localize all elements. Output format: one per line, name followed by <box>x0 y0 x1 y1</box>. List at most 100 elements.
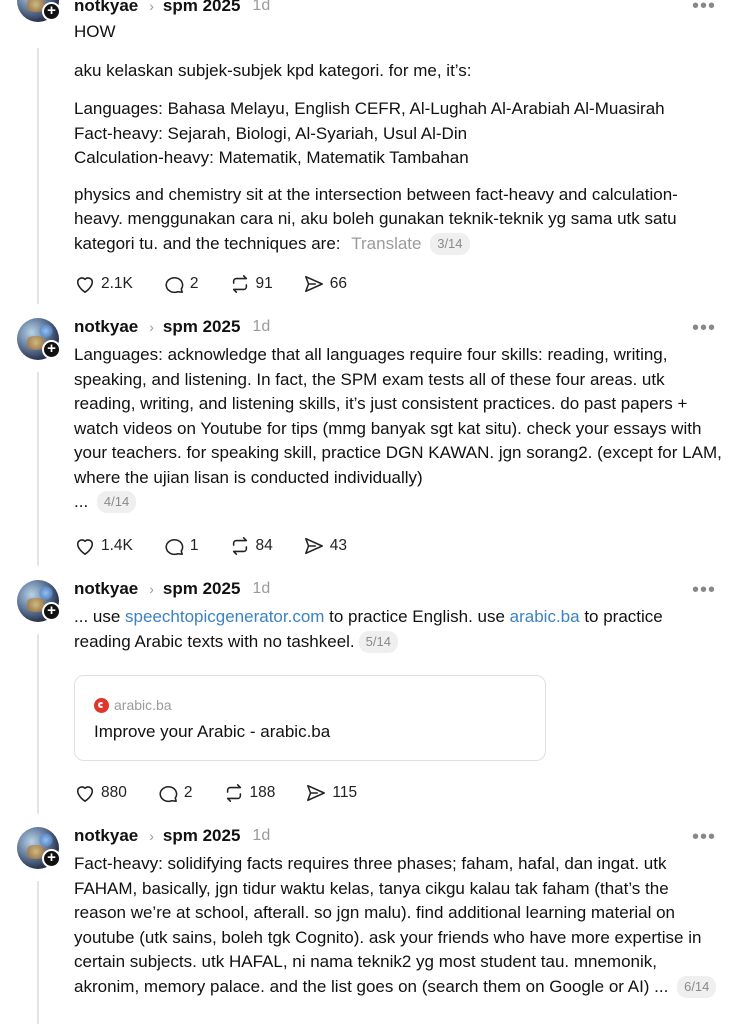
chevron-right-icon: › <box>149 0 154 14</box>
like-button[interactable]: 1.4K <box>74 536 133 556</box>
card-domain: arabic.ba <box>94 697 172 713</box>
repost-count: 84 <box>255 537 273 554</box>
thread-page-badge: 6/14 <box>677 975 717 998</box>
arabic-ba-link[interactable]: arabic.ba <box>510 607 580 626</box>
thread-connector <box>37 48 39 304</box>
send-icon <box>304 275 323 293</box>
topic-tag[interactable]: spm 2025 <box>163 317 241 337</box>
post-text: aku kelaskan subjek-subjek kpd kategori.… <box>74 60 472 80</box>
heart-icon <box>76 277 94 293</box>
topic-tag[interactable]: spm 2025 <box>163 826 241 846</box>
reply-count: 2 <box>189 275 199 292</box>
reply-count: 1 <box>189 537 199 554</box>
username[interactable]: notkyae <box>74 0 138 16</box>
avatar[interactable]: + <box>17 827 61 871</box>
post-text: to practice English. use <box>324 607 510 626</box>
repost-icon <box>226 784 241 802</box>
comment-icon <box>159 786 178 803</box>
share-button[interactable]: 115 <box>305 783 357 803</box>
thread-connector <box>37 372 39 566</box>
chevron-right-icon: › <box>149 581 154 597</box>
topic-tag[interactable]: spm 2025 <box>163 579 241 599</box>
repost-icon <box>232 537 247 555</box>
thread-page-badge: 5/14 <box>358 630 398 653</box>
more-icon[interactable]: ••• <box>692 0 716 16</box>
post-text: Fact-heavy: solidifying facts requires t… <box>74 854 702 996</box>
timestamp: 1d <box>252 318 271 335</box>
card-title: Improve your Arabic - arabic.ba <box>94 722 331 741</box>
speechtopicgenerator-link[interactable]: speechtopicgenerator.com <box>125 607 324 626</box>
repost-count: 91 <box>255 275 273 292</box>
like-count: 2.1K <box>101 275 133 292</box>
translate-link[interactable]: Translate <box>351 234 421 253</box>
reply-button[interactable]: 2 <box>163 274 199 294</box>
action-bar: 880 2 188 115 <box>74 780 387 806</box>
username[interactable]: notkyae <box>74 826 138 846</box>
like-button[interactable]: 2.1K <box>74 274 133 294</box>
repost-button[interactable]: 91 <box>229 274 273 294</box>
repost-button[interactable]: 84 <box>229 536 273 556</box>
share-count: 43 <box>329 537 348 554</box>
share-count: 115 <box>332 784 358 801</box>
send-icon <box>304 537 323 555</box>
topic-tag[interactable]: spm 2025 <box>163 0 241 16</box>
avatar[interactable]: + <box>17 318 61 362</box>
action-bar: 1.4K 1 84 43 <box>74 533 377 559</box>
chevron-right-icon: › <box>149 828 154 844</box>
timestamp: 1d <box>252 0 271 14</box>
chevron-right-icon: › <box>149 319 154 335</box>
post-text: Languages: acknowledge that all language… <box>74 345 722 487</box>
post-header: notkyae › spm 2025 1d <box>74 824 270 848</box>
post-body: Fact-heavy: solidifying facts requires t… <box>74 852 724 999</box>
ellipsis: ... <box>74 492 89 511</box>
share-count: 66 <box>329 275 348 292</box>
plus-icon[interactable]: + <box>42 340 61 359</box>
plus-icon[interactable]: + <box>42 2 61 21</box>
more-icon[interactable]: ••• <box>692 318 716 338</box>
post-text: ... use <box>74 607 126 626</box>
post-text: HOW <box>74 22 116 41</box>
post-text: Calculation-heavy: Matematik, Matematik … <box>74 148 469 167</box>
timestamp: 1d <box>252 580 271 597</box>
share-button[interactable]: 66 <box>303 274 347 294</box>
username[interactable]: notkyae <box>74 579 138 599</box>
thread-connector <box>37 634 39 814</box>
post-text: Fact-heavy: Sejarah, Biologi, Al-Syariah… <box>74 123 468 143</box>
thread-page-badge: 4/14 <box>96 491 137 513</box>
heart-icon <box>76 786 94 802</box>
comment-icon <box>165 539 184 556</box>
heart-icon <box>76 539 94 555</box>
like-count: 1.4K <box>101 537 133 554</box>
share-button[interactable]: 43 <box>303 536 347 556</box>
post-body: HOW aku kelaskan subjek-subjek kpd kateg… <box>74 20 724 256</box>
plus-icon[interactable]: + <box>42 602 61 621</box>
username[interactable]: notkyae <box>74 317 138 337</box>
timestamp: 1d <box>252 827 271 844</box>
link-preview-card[interactable]: arabic.ba Improve your Arabic - arabic.b… <box>74 675 546 761</box>
more-icon[interactable]: ••• <box>692 580 716 600</box>
repost-icon <box>232 275 247 293</box>
post-text: Languages: Bahasa Melayu, English CEFR, … <box>74 99 665 118</box>
post-header: notkyae › spm 2025 1d <box>74 577 270 601</box>
thread-connector <box>37 881 39 1024</box>
reply-button[interactable]: 2 <box>157 783 193 803</box>
action-bar: 2.1K 2 91 66 <box>74 271 377 297</box>
post-body: Languages: acknowledge that all language… <box>74 343 724 515</box>
avatar[interactable]: + <box>17 580 61 624</box>
card-domain-text: arabic.ba <box>114 697 172 713</box>
favicon-icon <box>94 697 109 713</box>
like-button[interactable]: 880 <box>74 783 127 803</box>
avatar[interactable]: + <box>17 0 61 24</box>
repost-button[interactable]: 188 <box>223 783 276 803</box>
repost-count: 188 <box>249 784 276 801</box>
reply-button[interactable]: 1 <box>163 536 199 556</box>
comment-icon <box>165 277 184 294</box>
plus-icon[interactable]: + <box>42 849 61 868</box>
more-icon[interactable]: ••• <box>692 827 716 847</box>
reply-count: 2 <box>183 784 193 801</box>
post-header: notkyae › spm 2025 1d <box>74 0 270 18</box>
send-icon <box>307 784 326 802</box>
like-count: 880 <box>101 784 127 801</box>
thread-page-badge: 3/14 <box>430 232 470 255</box>
post-header: notkyae › spm 2025 1d <box>74 315 270 339</box>
